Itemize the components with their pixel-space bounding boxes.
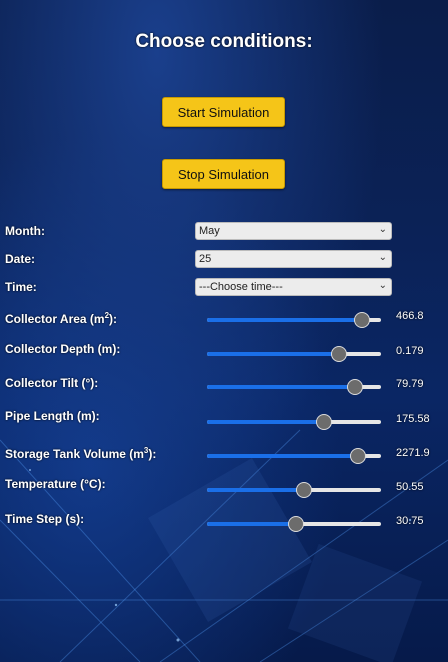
date-select[interactable]: 25 ⌄: [195, 250, 392, 268]
time-select[interactable]: ---Choose time--- ⌄: [195, 278, 392, 296]
month-select-value: May: [199, 225, 220, 237]
chevron-down-icon: ⌄: [378, 252, 387, 263]
time-label: Time:: [5, 280, 37, 294]
collector-depth-value: 0.179: [396, 345, 424, 357]
collector-depth-label: Collector Depth (m):: [5, 342, 121, 356]
collector-area-value: 466.8: [396, 310, 424, 322]
month-label: Month:: [5, 224, 45, 238]
slider-thumb[interactable]: [346, 379, 363, 395]
pipe-length-value: 175.58: [396, 413, 430, 425]
date-select-value: 25: [199, 253, 212, 265]
slider-thumb[interactable]: [331, 346, 348, 362]
start-simulation-button[interactable]: Start Simulation: [162, 97, 285, 127]
slider-thumb[interactable]: [296, 482, 313, 498]
pipe-length-slider[interactable]: [207, 412, 381, 432]
chevron-down-icon: ⌄: [378, 224, 387, 235]
stop-simulation-button[interactable]: Stop Simulation: [162, 159, 285, 189]
slider-thumb[interactable]: [287, 516, 304, 532]
date-label: Date:: [5, 252, 36, 266]
time-select-value: ---Choose time---: [199, 281, 283, 293]
collector-area-slider[interactable]: [207, 310, 381, 330]
month-select[interactable]: May ⌄: [195, 222, 392, 240]
temperature-value: 50.55: [396, 481, 424, 493]
storage-tank-volume-slider[interactable]: [207, 446, 381, 466]
temperature-slider[interactable]: [207, 480, 381, 500]
slider-thumb[interactable]: [315, 414, 332, 430]
collector-area-label: Collector Area (m2):: [5, 311, 118, 326]
temperature-label: Temperature (°C):: [5, 477, 106, 491]
slider-thumb[interactable]: [353, 312, 370, 328]
slider-thumb[interactable]: [350, 448, 367, 464]
storage-tank-volume-label: Storage Tank Volume (m3):: [5, 446, 157, 461]
storage-tank-volume-value: 2271.9: [396, 447, 430, 459]
chevron-down-icon: ⌄: [378, 280, 387, 291]
pipe-length-label: Pipe Length (m):: [5, 409, 100, 423]
collector-tilt-label: Collector Tilt (°):: [5, 376, 99, 390]
page-title: Choose conditions:: [135, 31, 313, 52]
time-step-label: Time Step (s):: [5, 512, 85, 526]
collector-depth-slider[interactable]: [207, 344, 381, 364]
time-step-slider[interactable]: [207, 514, 381, 534]
collector-tilt-value: 79.79: [396, 378, 424, 390]
time-step-value: 30.75: [396, 515, 424, 527]
collector-tilt-slider[interactable]: [207, 377, 381, 397]
